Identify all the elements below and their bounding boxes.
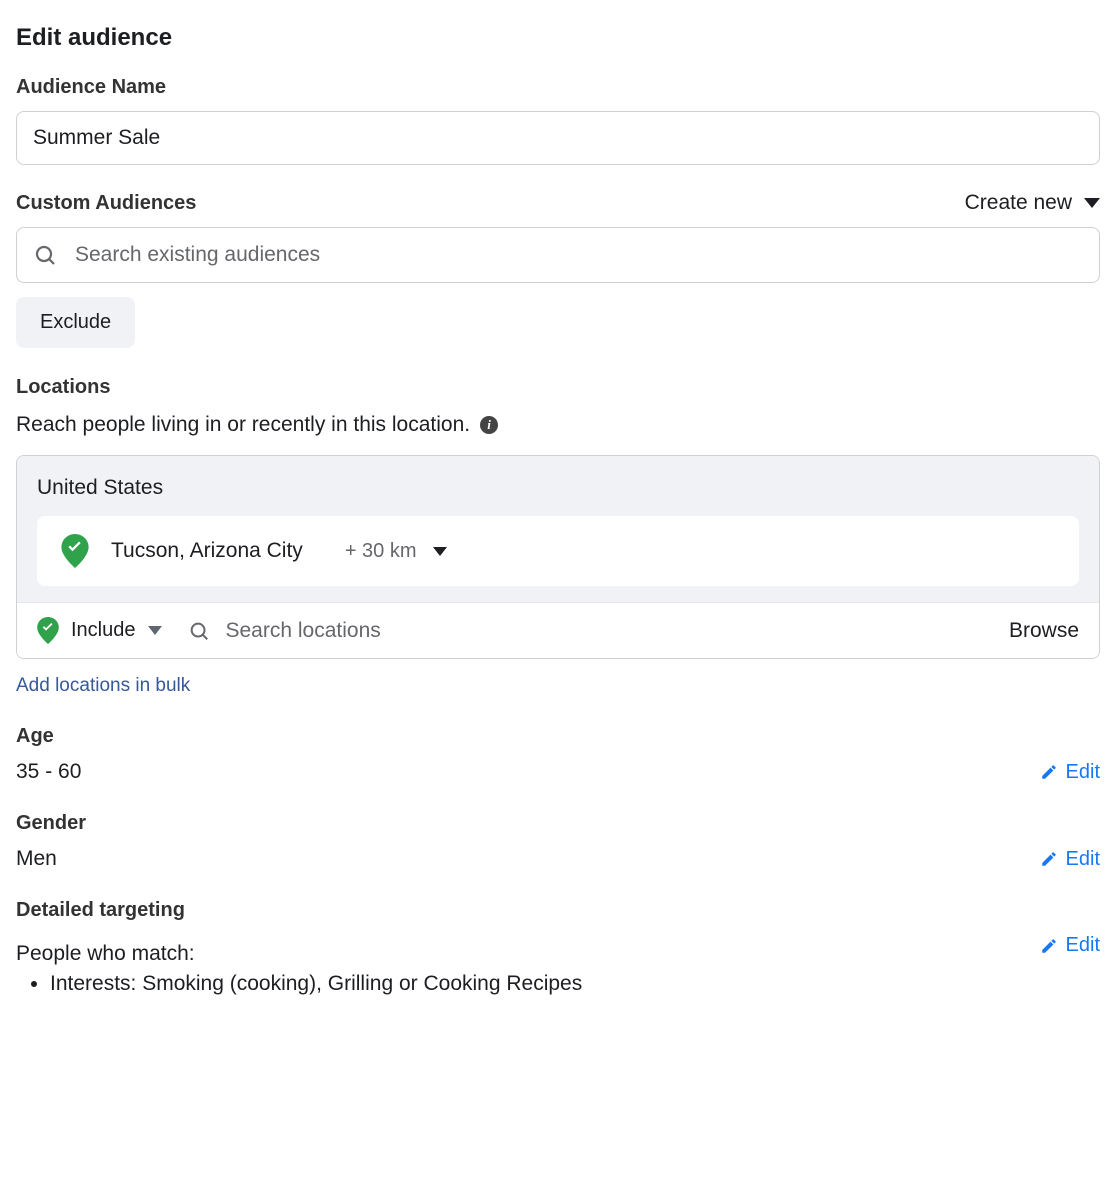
audience-name-input[interactable]: [16, 111, 1100, 165]
create-new-label: Create new: [965, 191, 1072, 215]
edit-label: Edit: [1066, 934, 1100, 957]
add-locations-bulk-link[interactable]: Add locations in bulk: [16, 675, 190, 697]
include-label: Include: [71, 619, 136, 642]
create-new-dropdown[interactable]: Create new: [965, 191, 1100, 215]
search-icon: [33, 243, 57, 267]
locations-description: Reach people living in or recently in th…: [16, 413, 1100, 437]
browse-button[interactable]: Browse: [1009, 619, 1079, 643]
edit-age-button[interactable]: Edit: [1040, 761, 1100, 784]
exclude-button[interactable]: Exclude: [16, 297, 135, 348]
locations-label: Locations: [16, 376, 1100, 399]
gender-label: Gender: [16, 812, 1100, 835]
location-radius-text: + 30 km: [345, 540, 417, 563]
location-search-row: Include Browse: [17, 602, 1099, 658]
custom-audiences-search[interactable]: [16, 227, 1100, 283]
interest-item: Interests: Smoking (cooking), Grilling o…: [50, 972, 582, 996]
pencil-icon: [1040, 763, 1058, 781]
map-pin-icon: [37, 617, 59, 644]
locations-description-text: Reach people living in or recently in th…: [16, 413, 470, 437]
match-intro: People who match:: [16, 942, 582, 966]
pencil-icon: [1040, 937, 1058, 955]
caret-down-icon: [1084, 198, 1100, 208]
age-value: 35 - 60: [16, 760, 81, 784]
location-search-input[interactable]: [224, 618, 995, 644]
location-item[interactable]: Tucson, Arizona City + 30 km: [37, 516, 1079, 586]
location-radius-dropdown[interactable]: + 30 km: [345, 540, 447, 563]
page-title: Edit audience: [16, 24, 1100, 52]
gender-value: Men: [16, 847, 57, 871]
custom-audiences-label: Custom Audiences: [16, 192, 196, 215]
audience-name-label: Audience Name: [16, 76, 1100, 99]
search-icon: [188, 620, 210, 642]
caret-down-icon: [433, 547, 447, 556]
location-name: Tucson, Arizona City: [111, 539, 303, 563]
custom-audiences-search-input[interactable]: [73, 242, 1083, 268]
locations-panel: United States Tucson, Arizona City + 30 …: [16, 455, 1100, 659]
edit-targeting-button[interactable]: Edit: [1040, 934, 1100, 957]
edit-label: Edit: [1066, 848, 1100, 871]
map-pin-icon: [61, 534, 89, 568]
interests-list: Interests: Smoking (cooking), Grilling o…: [16, 972, 582, 996]
location-group: United States Tucson, Arizona City + 30 …: [17, 456, 1099, 602]
caret-down-icon: [148, 626, 162, 635]
info-icon[interactable]: i: [480, 416, 498, 434]
edit-label: Edit: [1066, 761, 1100, 784]
edit-gender-button[interactable]: Edit: [1040, 848, 1100, 871]
age-label: Age: [16, 725, 1100, 748]
pencil-icon: [1040, 850, 1058, 868]
location-country: United States: [37, 476, 1079, 500]
detailed-targeting-label: Detailed targeting: [16, 899, 1100, 922]
include-dropdown[interactable]: Include: [37, 617, 162, 644]
